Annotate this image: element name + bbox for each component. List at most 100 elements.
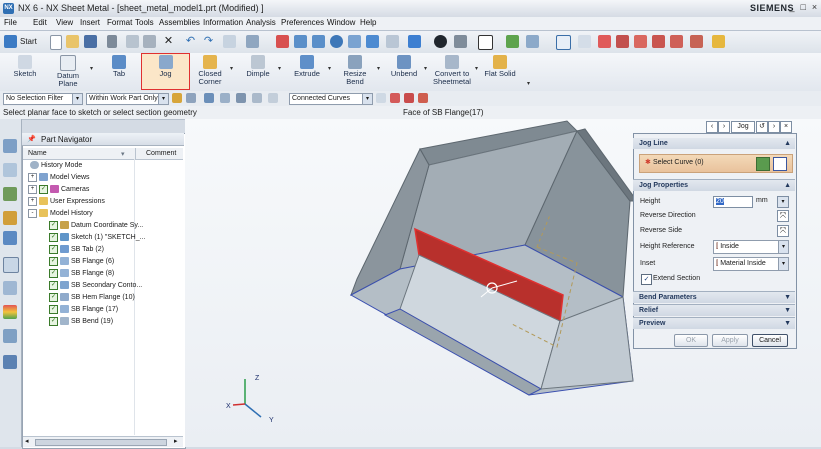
filter-settings-icon[interactable]	[172, 93, 182, 103]
rectangle-select-icon[interactable]	[252, 93, 262, 103]
select-tool-icon[interactable]	[223, 35, 236, 48]
menu-window[interactable]: Window	[327, 18, 355, 27]
maximize-button[interactable]: □	[799, 1, 808, 14]
zoom-icon[interactable]	[312, 35, 325, 48]
open-folder-icon[interactable]	[66, 35, 79, 48]
section-preview[interactable]: Preview ▼	[633, 317, 795, 329]
system-materials-icon[interactable]	[3, 281, 17, 295]
tree-node-sb-flange-17[interactable]: ✓ SB Flange (17)	[49, 304, 118, 316]
end-point-icon[interactable]	[598, 35, 611, 48]
save-icon[interactable]	[84, 35, 97, 48]
path-icon[interactable]	[418, 93, 428, 103]
chain-within-feature-icon[interactable]	[404, 93, 414, 103]
select-curve-row[interactable]: ✱ Select Curve (0)	[639, 154, 793, 173]
tree-node-history-mode[interactable]: History Mode	[30, 160, 82, 172]
selection-filter-combo[interactable]: No Selection Filter ▾	[3, 93, 83, 105]
copy-icon[interactable]	[126, 35, 139, 48]
background-icon[interactable]	[478, 35, 493, 50]
layer-icon[interactable]	[506, 35, 519, 48]
height-input[interactable]: 20	[713, 196, 753, 208]
curve-rule-combo[interactable]: Connected Curves ▾	[289, 93, 373, 105]
scroll-right-icon[interactable]: ▸	[174, 437, 178, 445]
flat-solid-button[interactable]: Flat Solid	[483, 54, 517, 89]
checkbox-checked-icon[interactable]: ✓	[39, 184, 48, 194]
extend-section-checkbox[interactable]: ✓	[641, 274, 652, 285]
tools-dropdown-icon[interactable]	[246, 35, 259, 48]
resize-bend-button[interactable]: Resize Bend	[338, 54, 372, 89]
jog-dialog-titlebar[interactable]: ‹ › Jog ↺ › ×	[706, 121, 798, 133]
tree-node-model-history[interactable]: - Model History	[28, 208, 93, 220]
checkbox-checked-icon[interactable]: ✓	[49, 256, 58, 266]
menu-edit[interactable]: Edit	[33, 18, 47, 27]
expand-icon[interactable]: +	[28, 172, 37, 182]
closed-corner-button[interactable]: Closed Corner	[194, 54, 226, 89]
tree-node-cameras[interactable]: + ✓ Cameras	[28, 184, 89, 196]
point-filter-icon[interactable]	[578, 35, 591, 48]
pin-icon[interactable]: 📌	[27, 135, 36, 143]
height-reference-select[interactable]: ⫿ Inside ▾	[713, 240, 789, 254]
tree-node-sketch[interactable]: ✓ Sketch (1) "SKETCH_...	[49, 232, 145, 244]
control-point-icon[interactable]	[634, 35, 647, 48]
resize-dropdown-arrow[interactable]: ▾	[377, 65, 380, 72]
ok-button[interactable]: OK	[674, 334, 708, 347]
column-name[interactable]: Name	[28, 150, 47, 157]
cancel-button[interactable]: Cancel	[752, 334, 788, 347]
ribbon-options-arrow[interactable]: ▾	[527, 80, 530, 87]
quadrant-icon[interactable]	[690, 35, 703, 48]
section-jog-properties[interactable]: Jog Properties ▲	[633, 179, 795, 191]
fit-view-icon[interactable]	[276, 35, 289, 48]
dimple-dropdown-arrow[interactable]: ▾	[278, 65, 281, 72]
system-scenes-icon[interactable]	[3, 355, 17, 369]
tree-node-sb-hem-flange[interactable]: ✓ SB Hem Flange (10)	[49, 292, 135, 304]
pan-icon[interactable]	[348, 35, 361, 48]
mid-point-icon[interactable]	[616, 35, 629, 48]
datum-dropdown-arrow[interactable]: ▾	[90, 65, 93, 72]
checkbox-checked-icon[interactable]: ✓	[49, 268, 58, 278]
menu-tools[interactable]: Tools	[135, 18, 154, 27]
web-browser-icon[interactable]	[3, 231, 17, 245]
start-icon[interactable]	[4, 35, 17, 48]
extrude-button[interactable]: Extrude	[290, 54, 324, 89]
tree-node-sb-secondary-contour[interactable]: ✓ SB Secondary Conto...	[49, 280, 142, 292]
checkbox-checked-icon[interactable]: ✓	[49, 232, 58, 242]
tree-node-user-expressions[interactable]: + User Expressions	[28, 196, 105, 208]
datum-plane-button[interactable]: Datum Plane	[49, 54, 87, 89]
menu-view[interactable]: View	[56, 18, 73, 27]
follow-fillet-icon[interactable]	[390, 93, 400, 103]
scroll-left-icon[interactable]: ◂	[25, 437, 29, 445]
checkbox-checked-icon[interactable]: ✓	[49, 244, 58, 254]
tree-node-sb-flange-8[interactable]: ✓ SB Flange (8)	[49, 268, 114, 280]
checkbox-checked-icon[interactable]: ✓	[49, 304, 58, 314]
stop-at-intersection-icon[interactable]	[376, 93, 386, 103]
redo-icon[interactable]: ↷	[202, 35, 215, 48]
convert-dropdown-arrow[interactable]: ▾	[475, 65, 478, 72]
wcs-icon[interactable]	[526, 35, 539, 48]
intersection-point-icon[interactable]	[652, 35, 665, 48]
forward-icon[interactable]: ›	[718, 121, 730, 133]
shaded-cube-icon[interactable]	[408, 35, 421, 48]
menu-analysis[interactable]: Analysis	[246, 18, 276, 27]
menu-format[interactable]: Format	[107, 18, 132, 27]
tree-node-sb-tab[interactable]: ✓ SB Tab (2)	[49, 244, 104, 256]
menu-insert[interactable]: Insert	[80, 18, 100, 27]
tree-node-sb-bend[interactable]: ✓ SB Bend (19)	[49, 316, 113, 328]
unbend-dropdown-arrow[interactable]: ▾	[424, 65, 427, 72]
delete-icon[interactable]: ✕	[162, 35, 175, 48]
lasso-select-icon[interactable]	[268, 93, 278, 103]
inset-select[interactable]: ⫿ Material Inside ▾	[713, 257, 789, 271]
new-file-icon[interactable]	[50, 35, 62, 50]
menu-information[interactable]: Information	[203, 18, 243, 27]
selection-scope-combo[interactable]: Within Work Part Only ▾	[86, 93, 169, 105]
tree-node-model-views[interactable]: + Model Views	[28, 172, 90, 184]
reset-icon[interactable]: ↺	[756, 121, 768, 133]
part-navigator-icon[interactable]	[3, 187, 17, 201]
tree-node-sb-flange-6[interactable]: ✓ SB Flange (6)	[49, 256, 114, 268]
checkbox-checked-icon[interactable]: ✓	[49, 220, 58, 230]
apply-button[interactable]: Apply	[712, 334, 748, 347]
reverse-side-icon[interactable]: ⤧	[777, 225, 789, 237]
assembly-navigator-icon[interactable]	[3, 139, 17, 153]
back-icon[interactable]: ‹	[706, 121, 718, 133]
expand-icon[interactable]: +	[28, 196, 37, 206]
sketch-button[interactable]: Sketch	[8, 54, 42, 89]
select-edges-icon[interactable]	[236, 93, 246, 103]
